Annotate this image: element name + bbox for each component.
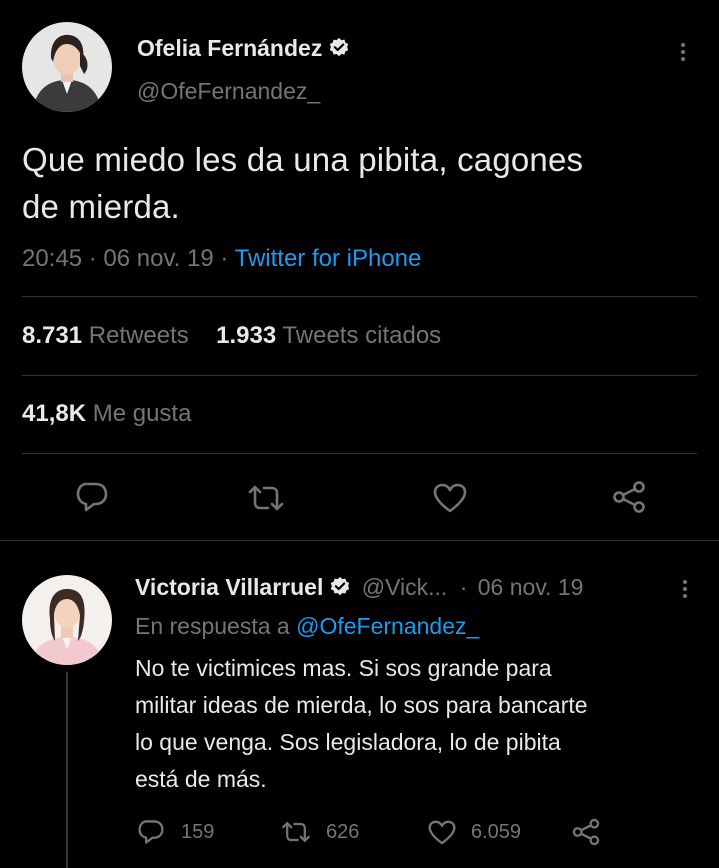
retweets-label: Retweets: [88, 322, 189, 349]
verified-badge-icon: [329, 576, 351, 598]
author-avatar[interactable]: [22, 22, 112, 112]
meta-separator: ·: [220, 245, 229, 272]
reply-prefix: En respuesta a: [135, 613, 290, 639]
verified-badge-icon: [328, 37, 350, 59]
reply-author-handle[interactable]: @Vick...: [362, 574, 448, 600]
tweet-text: Que miedo les da una pibita, cagones de …: [22, 136, 702, 230]
reply-text-line: está de más.: [135, 766, 267, 792]
like-button[interactable]: 6.059: [428, 820, 521, 845]
more-options-icon[interactable]: [682, 577, 688, 601]
reply-to-link[interactable]: @OfeFernandez_: [296, 613, 479, 639]
quotes-count: 1.933: [216, 322, 277, 349]
meta-separator: ·: [88, 245, 97, 272]
like-heart-icon[interactable]: [433, 483, 467, 513]
tweet-text-line: Que miedo les da una pibita, cagones: [22, 141, 584, 178]
divider: [22, 296, 697, 297]
reply-text-line: No te victimices mas. Si sos grande para: [135, 655, 552, 681]
reply-button[interactable]: 159: [137, 819, 214, 845]
likes-stat[interactable]: 41,8K Me gusta: [22, 400, 191, 428]
thread-line: [66, 672, 68, 868]
author-name-row[interactable]: Ofelia Fernández: [137, 35, 350, 62]
retweets-stat[interactable]: 8.731 Retweets: [22, 322, 189, 349]
section-divider: [0, 540, 719, 541]
reply-header: Victoria Villarruel @Vick... · 06 nov. 1…: [135, 574, 583, 601]
likes-count: 41,8K: [22, 400, 87, 427]
share-icon[interactable]: [611, 480, 647, 514]
tweet-time[interactable]: 20:45: [22, 245, 82, 272]
author-handle[interactable]: @OfeFernandez_: [137, 78, 320, 105]
retweets-count: 8.731: [22, 322, 83, 349]
reply-icon[interactable]: [75, 481, 109, 513]
reply-text: No te victimices mas. Si sos grande para…: [135, 650, 705, 798]
meta-separator: ·: [459, 574, 468, 600]
quotes-label: Tweets citados: [282, 322, 442, 349]
quotes-stat[interactable]: 1.933 Tweets citados: [216, 322, 441, 349]
likes-count: 6.059: [471, 821, 522, 843]
tweet-date[interactable]: 06 nov. 19: [103, 245, 213, 272]
author-name[interactable]: Ofelia Fernández: [137, 35, 322, 61]
like-heart-icon: [428, 820, 456, 845]
share-icon[interactable]: [571, 817, 601, 847]
reply-author-name[interactable]: Victoria Villarruel: [135, 574, 323, 600]
replies-count: 159: [181, 820, 215, 843]
divider: [22, 453, 697, 454]
tweet-text-line: de mierda.: [22, 188, 180, 225]
retweet-quote-stats: 8.731 Retweets 1.933 Tweets citados: [22, 322, 441, 350]
retweet-icon: [280, 820, 312, 844]
retweet-button[interactable]: 626: [280, 820, 359, 844]
divider: [22, 375, 697, 376]
retweets-count: 626: [326, 820, 360, 843]
retweet-icon[interactable]: [246, 483, 286, 513]
reply-text-line: lo que venga. Sos legisladora, lo de pib…: [135, 729, 561, 755]
tweet-meta: 20:45 · 06 nov. 19 · Twitter for iPhone: [22, 245, 421, 273]
likes-label: Me gusta: [92, 400, 192, 427]
reply-author-avatar[interactable]: [22, 575, 112, 665]
reply-context: En respuesta a @OfeFernandez_: [135, 613, 479, 640]
reply-text-line: militar ideas de mierda, lo sos para ban…: [135, 692, 588, 718]
reply-date[interactable]: 06 nov. 19: [478, 574, 584, 600]
tweet-source-link[interactable]: Twitter for iPhone: [235, 245, 422, 272]
more-options-icon[interactable]: [680, 40, 686, 64]
reply-icon: [137, 819, 165, 845]
